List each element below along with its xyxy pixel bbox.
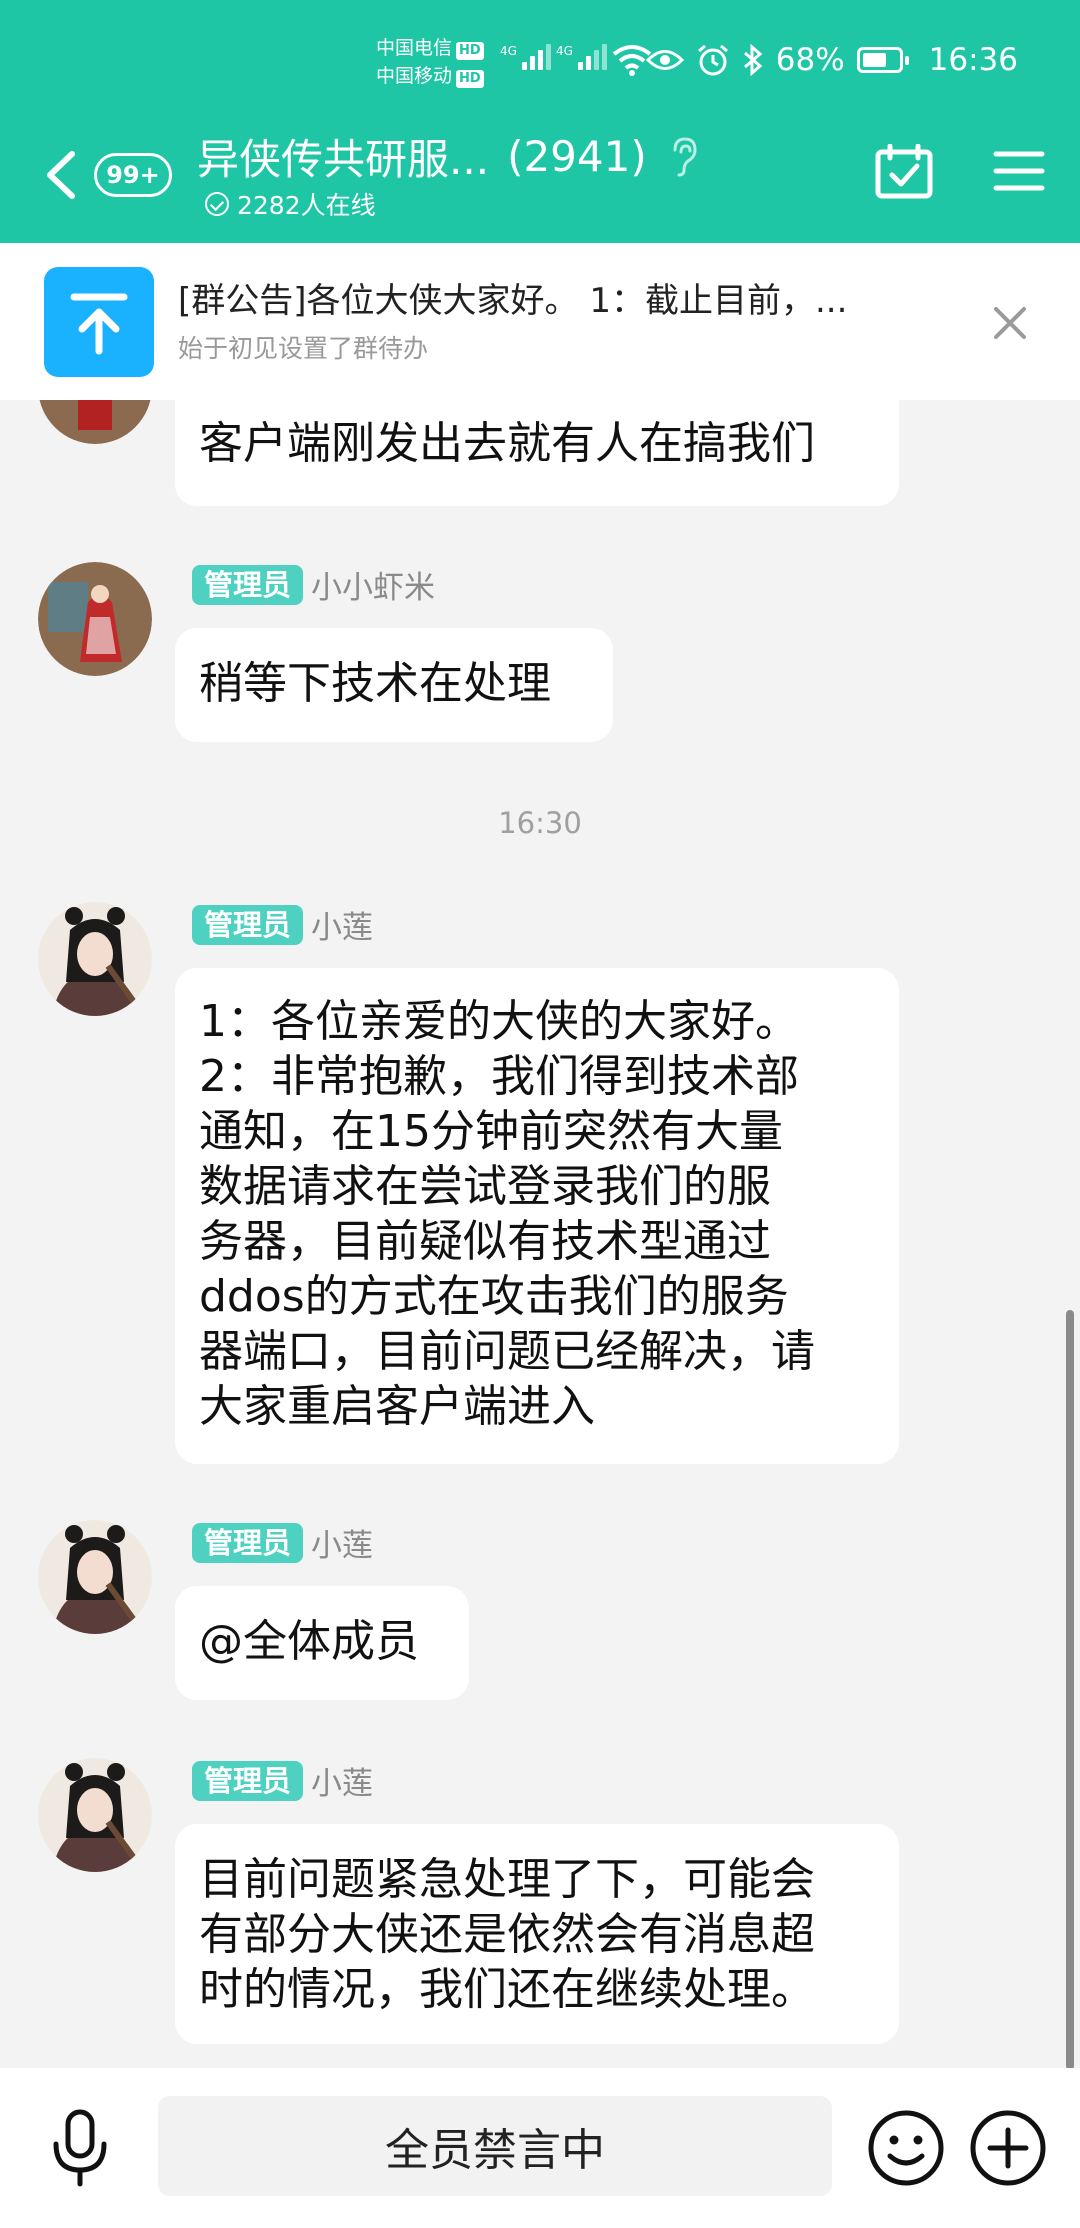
admin-badge: 管理员 [192, 1760, 304, 1801]
unread-badge[interactable]: 99+ [94, 153, 172, 197]
sender-info: 管理员 小莲 [192, 902, 373, 947]
eye-icon [645, 50, 684, 70]
microphone-icon[interactable] [48, 2108, 112, 2188]
calendar-check-icon[interactable] [874, 144, 934, 200]
admin-badge: 管理员 [192, 564, 304, 605]
message-line: 器端口，目前问题已经解决，请 [199, 1326, 815, 1377]
ear-icon[interactable] [667, 136, 701, 178]
message-line: 目前问题紧急处理了下，可能会 [199, 1854, 815, 1905]
carrier-1: 中国电信 [376, 37, 453, 59]
online-status: 2282人在线 [205, 186, 376, 222]
announcement-subtitle: 始于初见设置了群待办 [178, 334, 429, 363]
chat-title[interactable]: 异侠传共研服... (2941) [197, 126, 701, 187]
message-text: 稍等下技术在处理 [199, 658, 551, 709]
sender-name[interactable]: 小莲 [311, 1520, 373, 1565]
avatar[interactable] [38, 1758, 152, 1872]
message-bubble[interactable]: 1：各位亲爱的大侠的大家好。 2：非常抱歉，我们得到技术部 通知，在15分钟前突… [175, 968, 899, 1464]
battery-icon [856, 47, 909, 73]
clock: 16:36 [928, 42, 1018, 78]
message-line: 务器，目前疑似有技术型通过 [199, 1216, 771, 1267]
message-bubble[interactable]: 目前问题紧急处理了下，可能会 有部分大侠还是依然会有消息超 时的情况，我们还在继… [175, 1824, 899, 2044]
carrier-2: 中国移动 [376, 65, 453, 87]
back-chevron-icon[interactable] [42, 150, 82, 200]
message-bubble[interactable]: 客户端刚发出去就有人在搞我们 [175, 400, 899, 506]
avatar[interactable] [38, 562, 152, 676]
message-line: ddos的方式在攻击我们的服务 [199, 1271, 789, 1322]
muted-input-field[interactable]: 全员禁言中 [158, 2096, 832, 2196]
admin-badge: 管理员 [192, 904, 304, 945]
message-line: 通知，在15分钟前突然有大量 [199, 1106, 783, 1157]
signal-icon: 4G [500, 44, 551, 70]
menu-icon[interactable] [993, 150, 1045, 192]
sender-name[interactable]: 小莲 [311, 902, 373, 947]
message-text: 客户端刚发出去就有人在搞我们 [199, 418, 815, 469]
member-count: (2941) [507, 132, 647, 181]
avatar[interactable] [38, 400, 152, 444]
message-line: 1：各位亲爱的大侠的大家好。 [199, 996, 799, 1047]
online-count: 2282人在线 [237, 191, 376, 220]
input-bar: 全员禁言中 [0, 2068, 1080, 2228]
alarm-icon [697, 44, 728, 76]
sender-name[interactable]: 小莲 [311, 1758, 373, 1803]
message-line: 有部分大侠还是依然会有消息超 [199, 1909, 815, 1960]
bluetooth-icon [743, 43, 763, 77]
group-title: 异侠传共研服... [197, 135, 490, 184]
message-bubble[interactable]: @全体成员 [175, 1586, 469, 1700]
hd-badge: HD [456, 70, 484, 88]
message-line: 数据请求在尝试登录我们的服 [199, 1161, 771, 1212]
status-right: 68% 16:36 [645, 42, 1018, 78]
scrollbar[interactable] [1066, 1310, 1074, 2070]
message-bubble[interactable]: 稍等下技术在处理 [175, 628, 613, 742]
close-icon[interactable] [990, 303, 1030, 343]
group-announcement[interactable]: [群公告]各位大侠大家好。 1：截止目前，... 始于初见设置了群待办 [0, 243, 1080, 400]
avatar[interactable] [38, 1520, 152, 1634]
pin-top-icon [44, 267, 154, 377]
signal-icon: 4G [556, 44, 607, 70]
check-circle-icon [205, 192, 229, 216]
message-list[interactable]: 客户端刚发出去就有人在搞我们 管理员 小小虾米 稍等下技术在处理 16:30 管… [0, 400, 1080, 2068]
battery-fill [862, 53, 886, 67]
battery-percent: 68% [775, 42, 845, 78]
hd-badge: HD [456, 42, 484, 60]
sender-name[interactable]: 小小虾米 [311, 562, 435, 607]
app-header: 中国电信 HD 中国移动 HD 4G 4G 68% 16:36 99+ 异侠传共… [0, 0, 1080, 243]
sender-info: 管理员 小莲 [192, 1520, 373, 1565]
mute-status-text: 全员禁言中 [385, 2125, 605, 2176]
message-line: 时的情况，我们还在继续处理。 [199, 1964, 815, 2015]
network-type: 4G [556, 44, 573, 58]
carrier-info: 中国电信 HD 中国移动 HD [376, 34, 484, 90]
time-separator: 16:30 [498, 806, 582, 840]
network-type: 4G [500, 44, 517, 58]
emoji-icon[interactable] [866, 2108, 946, 2188]
message-line: 大家重启客户端进入 [199, 1381, 595, 1432]
plus-icon[interactable] [968, 2108, 1048, 2188]
message-line: 2：非常抱歉，我们得到技术部 [199, 1051, 799, 1102]
admin-badge: 管理员 [192, 1522, 304, 1563]
announcement-title: [群公告]各位大侠大家好。 1：截止目前，... [178, 281, 848, 321]
status-bar: 中国电信 HD 中国移动 HD 4G 4G 68% 16:36 [0, 0, 1080, 120]
sender-info: 管理员 小莲 [192, 1758, 373, 1803]
avatar[interactable] [38, 902, 152, 1016]
sender-info: 管理员 小小虾米 [192, 562, 435, 607]
message-text: @全体成员 [199, 1616, 419, 1667]
